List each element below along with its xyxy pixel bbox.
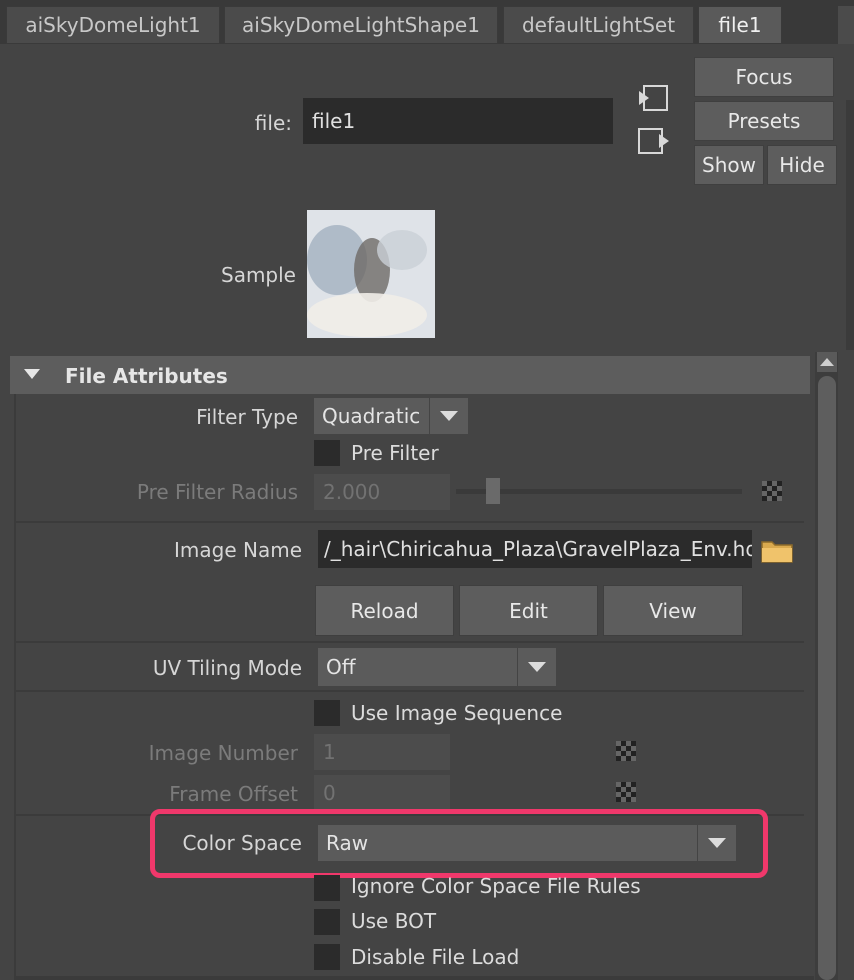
pre-filter-checkbox[interactable] — [314, 440, 340, 466]
file-label: file: — [254, 111, 292, 135]
row-divider — [16, 641, 804, 643]
file-name-field[interactable]: file1 — [303, 98, 613, 144]
map-texture-icon[interactable] — [616, 782, 636, 802]
chevron-down-icon — [429, 398, 468, 434]
image-name-label: Image Name — [174, 538, 302, 562]
image-name-field[interactable]: /_hair\Chiricahua_Plaza\GravelPlaza_Env.… — [318, 530, 752, 568]
use-image-sequence-label: Use Image Sequence — [351, 701, 563, 725]
filter-type-dropdown[interactable]: Quadratic — [314, 398, 468, 434]
use-bot-checkbox[interactable] — [314, 909, 340, 935]
tab-file1[interactable]: file1 — [698, 6, 782, 44]
input-connection-icon[interactable] — [637, 84, 669, 112]
map-texture-icon[interactable] — [762, 481, 782, 501]
pre-filter-radius-field[interactable]: 2.000 — [314, 474, 450, 510]
pre-filter-radius-slider-handle[interactable] — [486, 478, 500, 504]
row-divider — [16, 521, 804, 523]
focus-button[interactable]: Focus — [694, 57, 834, 97]
presets-button[interactable]: Presets — [694, 101, 834, 141]
collapse-triangle-icon[interactable] — [24, 369, 42, 381]
tab-label: aiSkyDomeLight1 — [25, 13, 201, 37]
frame-offset-label: Frame Offset — [169, 782, 298, 806]
frame-offset-field[interactable]: 0 — [314, 775, 450, 811]
uv-tiling-mode-dropdown[interactable]: Off — [318, 648, 556, 686]
image-number-label: Image Number — [148, 741, 298, 765]
section-title: File Attributes — [65, 364, 228, 388]
tab-label: file1 — [718, 13, 762, 37]
disable-file-load-checkbox[interactable] — [314, 944, 340, 970]
use-image-sequence-checkbox[interactable] — [314, 700, 340, 726]
edit-button[interactable]: Edit — [459, 585, 598, 636]
map-texture-icon[interactable] — [616, 741, 636, 761]
filter-type-label: Filter Type — [196, 405, 298, 429]
row-divider — [16, 690, 804, 692]
filter-type-value: Quadratic — [322, 404, 421, 428]
right-edge-panel — [846, 100, 854, 350]
output-connection-icon[interactable] — [637, 127, 671, 155]
panel-bottom-edge — [16, 976, 814, 980]
pre-filter-radius-label: Pre Filter Radius — [136, 480, 298, 504]
uv-tiling-mode-value: Off — [326, 655, 356, 679]
chevron-down-icon — [517, 648, 556, 686]
view-button[interactable]: View — [603, 585, 743, 636]
sample-swatch[interactable] — [307, 210, 435, 338]
tab-label: aiSkyDomeLightShape1 — [242, 13, 480, 37]
uv-tiling-mode-label: UV Tiling Mode — [152, 656, 302, 680]
show-button[interactable]: Show — [694, 145, 764, 185]
scroll-up-arrow-icon[interactable] — [817, 352, 837, 372]
scrollbar-thumb[interactable] — [818, 376, 836, 980]
highlight-box — [150, 809, 768, 878]
frame-left-border — [14, 394, 16, 980]
folder-icon[interactable] — [760, 536, 794, 564]
ignore-color-space-rules-checkbox[interactable] — [314, 875, 340, 901]
use-bot-label: Use BOT — [351, 909, 437, 933]
tab-aiskydomelightshape1[interactable]: aiSkyDomeLightShape1 — [224, 6, 498, 44]
tab-label: defaultLightSet — [521, 13, 676, 37]
tab-aiskydomelight1[interactable]: aiSkyDomeLight1 — [6, 6, 220, 44]
tab-overflow — [838, 6, 854, 44]
hide-button[interactable]: Hide — [767, 145, 837, 185]
pre-filter-label: Pre Filter — [351, 441, 439, 465]
sample-label: Sample — [221, 263, 296, 287]
tab-defaultlightset[interactable]: defaultLightSet — [503, 6, 694, 44]
image-number-field[interactable]: 1 — [314, 734, 450, 770]
disable-file-load-label: Disable File Load — [351, 945, 520, 969]
ignore-color-space-rules-label: Ignore Color Space File Rules — [351, 874, 641, 898]
reload-button[interactable]: Reload — [315, 585, 454, 636]
